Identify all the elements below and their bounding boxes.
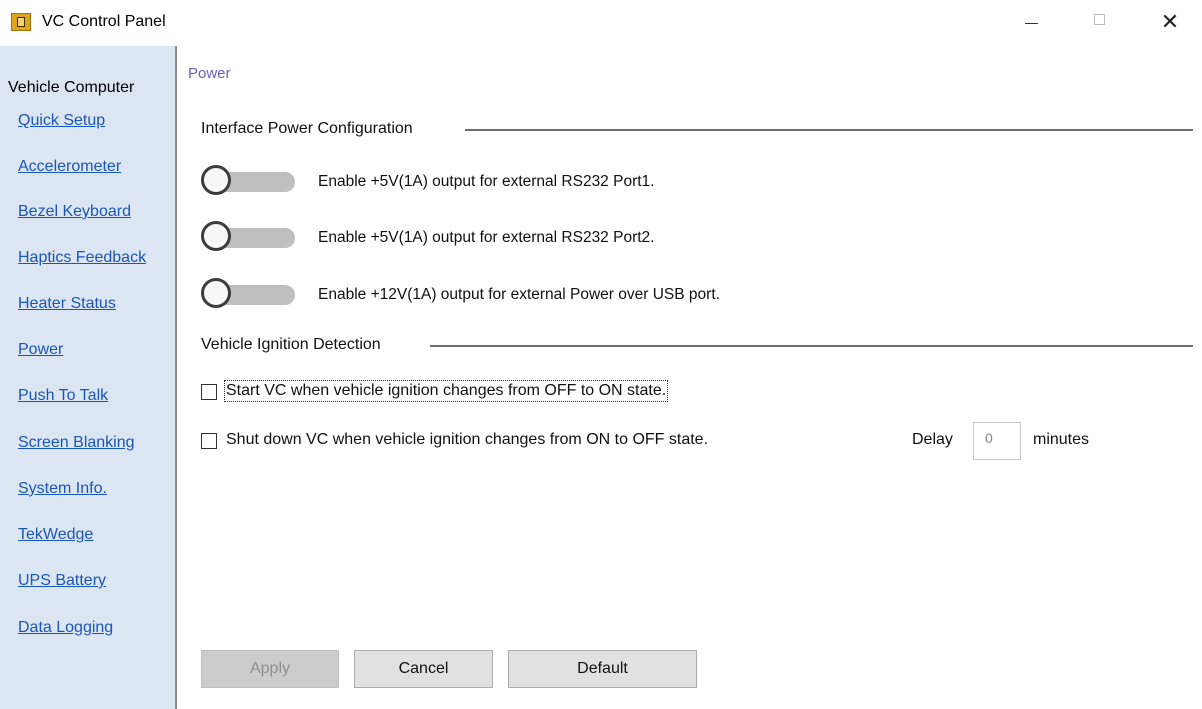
default-button[interactable]: Default bbox=[508, 650, 697, 688]
sidebar-item-system-info[interactable]: System Info. bbox=[18, 480, 107, 498]
toggle-knob bbox=[201, 165, 231, 195]
toggle-knob bbox=[201, 278, 231, 308]
app-icon bbox=[11, 13, 31, 31]
sidebar-item-accelerometer[interactable]: Accelerometer bbox=[18, 158, 121, 176]
sidebar-item-haptics-feedback[interactable]: Haptics Feedback bbox=[18, 249, 146, 267]
breadcrumb: Power bbox=[188, 65, 231, 82]
toggle-knob bbox=[201, 221, 231, 251]
sidebar-item-screen-blanking[interactable]: Screen Blanking bbox=[18, 434, 135, 452]
sidebar-item-heater-status[interactable]: Heater Status bbox=[18, 295, 116, 313]
delay-minutes-input[interactable]: 0 bbox=[973, 422, 1021, 460]
section-title-power: Interface Power Configuration bbox=[201, 120, 421, 138]
cancel-button[interactable]: Cancel bbox=[354, 650, 493, 688]
maximize-button[interactable] bbox=[1075, 0, 1125, 46]
sidebar-item-bezel-keyboard[interactable]: Bezel Keyboard bbox=[18, 203, 131, 221]
section-title-ignition: Vehicle Ignition Detection bbox=[201, 336, 389, 354]
window-title: VC Control Panel bbox=[42, 13, 166, 30]
minutes-label: minutes bbox=[1033, 431, 1090, 448]
title-bar: VC Control Panel ✕ bbox=[0, 0, 1202, 46]
sidebar-item-data-logging[interactable]: Data Logging bbox=[18, 619, 113, 637]
sidebar-item-power[interactable]: Power bbox=[18, 341, 63, 359]
section-divider bbox=[430, 345, 1193, 347]
toggle-label-rs232-port1: Enable +5V(1A) output for external RS232… bbox=[318, 173, 655, 190]
shutdown-vc-label[interactable]: Shut down VC when vehicle ignition chang… bbox=[226, 431, 708, 449]
start-vc-label[interactable]: Start VC when vehicle ignition changes f… bbox=[223, 380, 669, 402]
delay-label: Delay bbox=[912, 431, 953, 448]
toggle-rs232-port1[interactable] bbox=[201, 165, 295, 197]
sidebar-item-tekwedge[interactable]: TekWedge bbox=[18, 526, 93, 544]
shutdown-vc-checkbox[interactable] bbox=[201, 433, 217, 449]
start-vc-checkbox[interactable] bbox=[201, 384, 217, 400]
sidebar-item-push-to-talk[interactable]: Push To Talk bbox=[18, 387, 108, 405]
sidebar-item-ups-battery[interactable]: UPS Battery bbox=[18, 572, 106, 590]
minimize-button[interactable] bbox=[1006, 0, 1056, 46]
sidebar-divider bbox=[175, 46, 177, 709]
toggle-rs232-port2[interactable] bbox=[201, 221, 295, 253]
toggle-label-rs232-port2: Enable +5V(1A) output for external RS232… bbox=[318, 229, 655, 246]
sidebar bbox=[0, 46, 175, 709]
toggle-usb-power[interactable] bbox=[201, 278, 295, 310]
apply-button[interactable]: Apply bbox=[201, 650, 339, 688]
sidebar-heading: Vehicle Computer bbox=[8, 79, 135, 96]
sidebar-item-quick-setup[interactable]: Quick Setup bbox=[18, 112, 105, 130]
close-button[interactable]: ✕ bbox=[1145, 0, 1195, 46]
section-divider bbox=[465, 129, 1193, 131]
toggle-label-usb-power: Enable +12V(1A) output for external Powe… bbox=[318, 286, 720, 303]
